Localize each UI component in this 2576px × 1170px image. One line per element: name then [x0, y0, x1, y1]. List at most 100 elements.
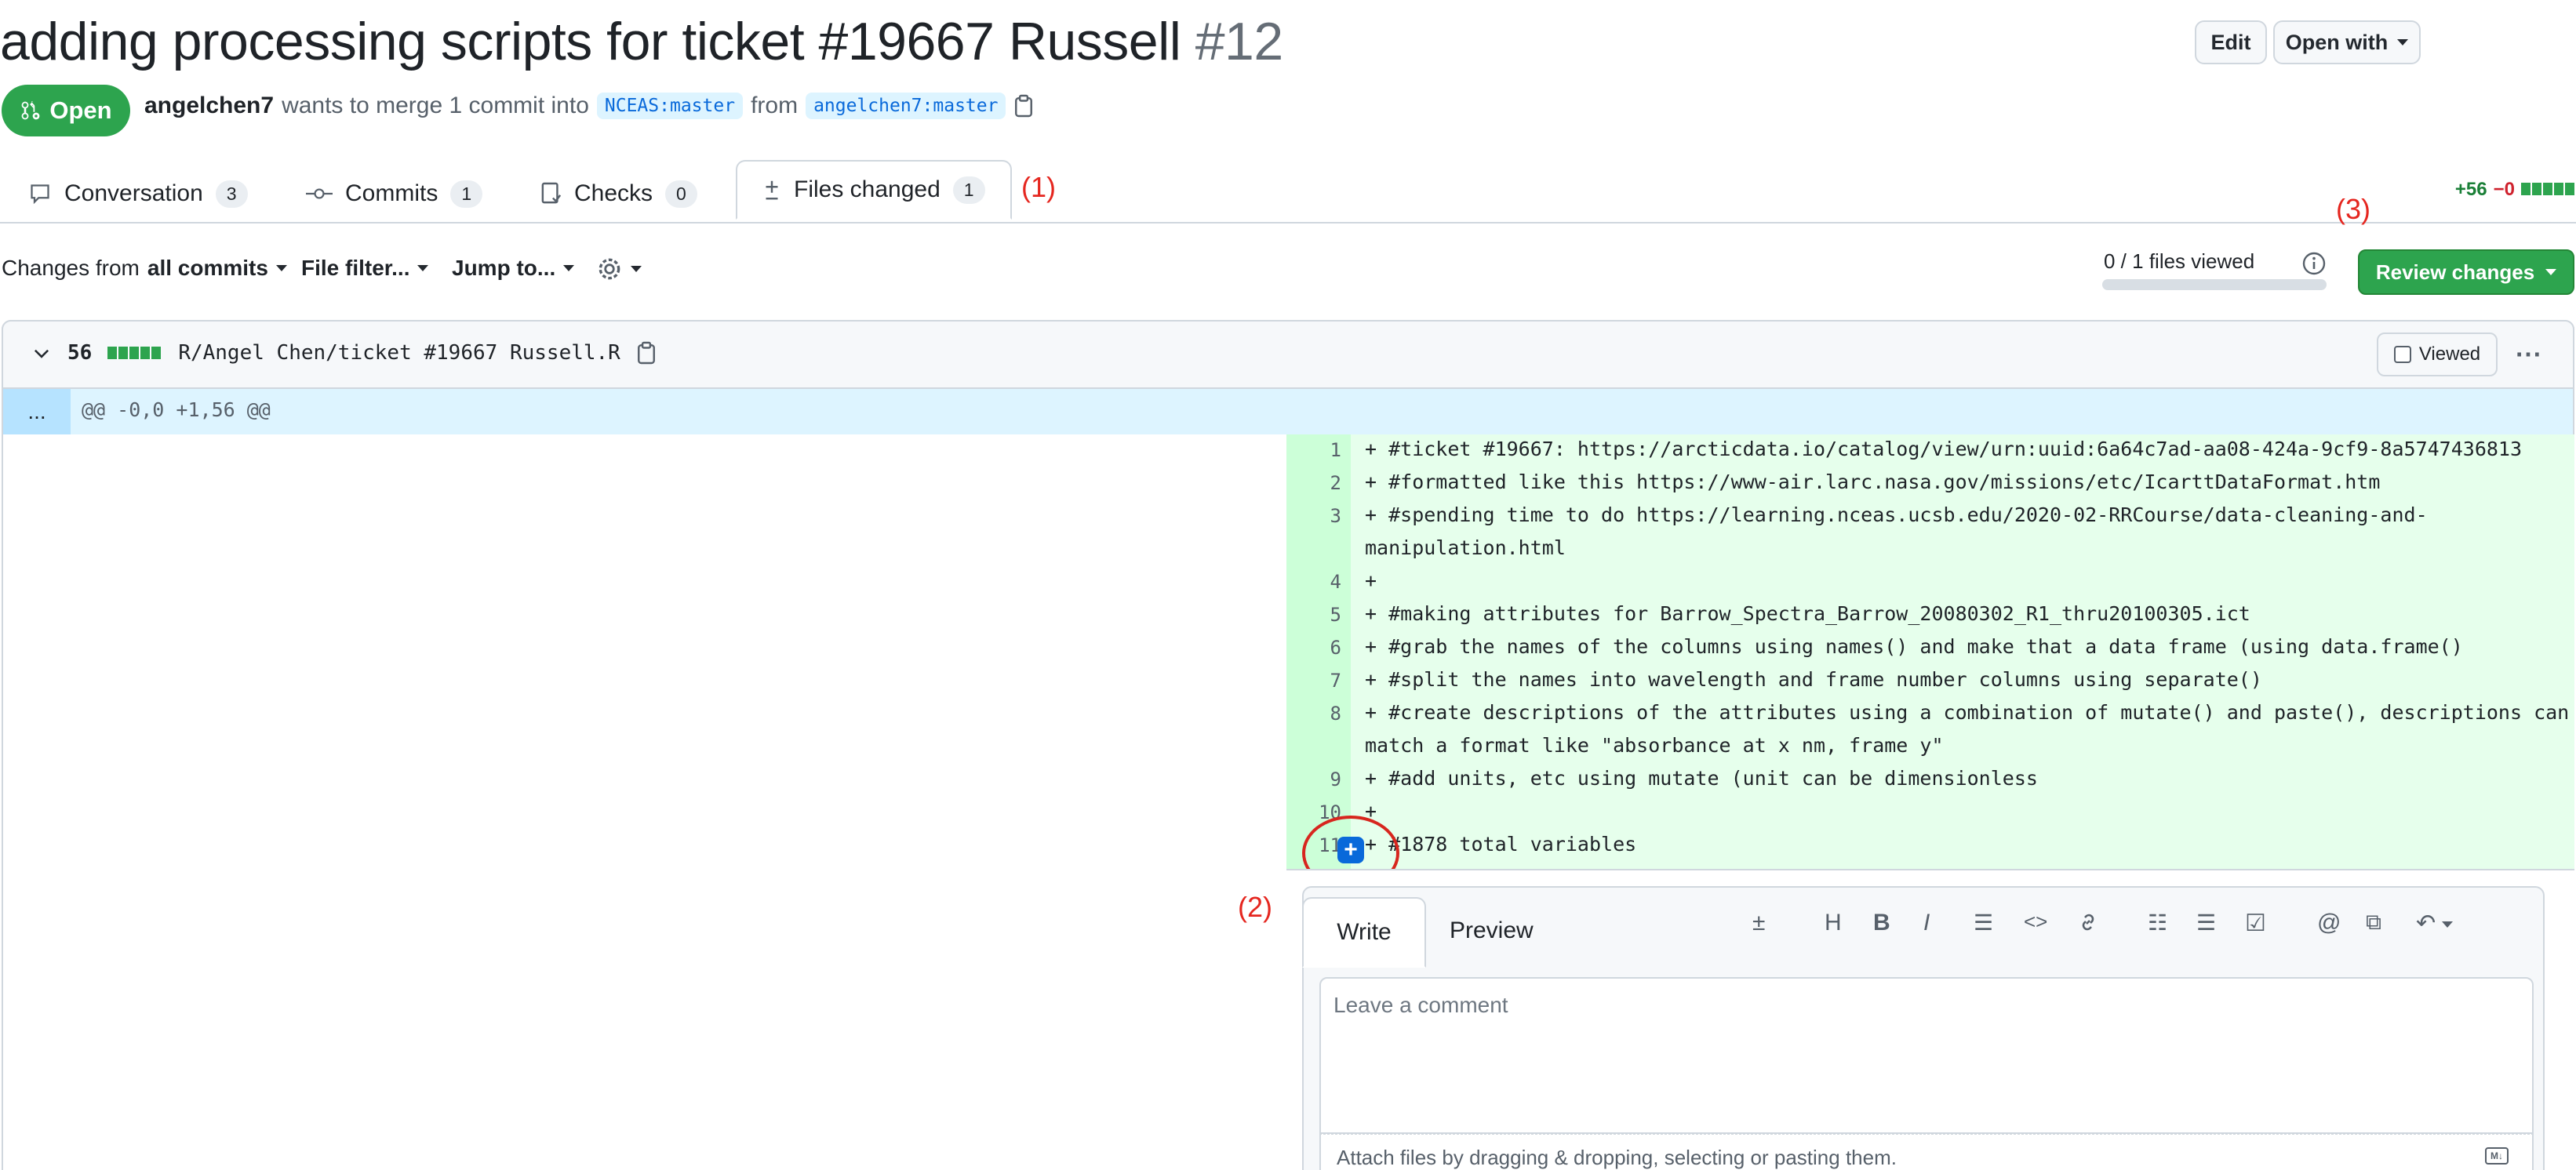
viewed-label: Viewed — [2418, 343, 2481, 365]
tab-conversation[interactable]: Conversation 3 — [28, 165, 248, 223]
commit-icon — [306, 188, 333, 199]
chevron-down-icon — [2545, 269, 2557, 275]
deletions-count: −0 — [2493, 179, 2515, 200]
code-line: + #split the names into wavelength and f… — [1365, 668, 2262, 691]
file-header-content: 56 R/Angel Chen/ticket #19667 Russell.R — [31, 340, 657, 365]
code-line: + #spending time to do https://learning.… — [1365, 503, 2428, 526]
line-number[interactable]: 7 — [1286, 670, 1341, 692]
attach-files-area[interactable]: Attach files by dragging & dropping, sel… — [1319, 1134, 2534, 1170]
edit-label: Edit — [2210, 30, 2251, 54]
bold-icon[interactable]: B — [1873, 910, 1890, 936]
markdown-icon: M↓ — [2485, 1147, 2509, 1165]
comment-icon — [31, 184, 49, 205]
annotation-1: (1) — [1021, 171, 1056, 203]
info-icon[interactable] — [2301, 251, 2327, 280]
chevron-down-icon — [2397, 39, 2409, 45]
line-number[interactable]: 3 — [1286, 505, 1341, 527]
kebab-menu-icon[interactable]: ⋯ — [2515, 339, 2541, 370]
status-label: Open — [49, 96, 112, 124]
reference-icon[interactable]: ⧉ — [2366, 910, 2381, 936]
line-number[interactable]: 8 — [1286, 703, 1341, 725]
file-changes-count: 56 — [67, 340, 93, 365]
hunk-header-row — [3, 389, 2573, 434]
line-number[interactable]: 4 — [1286, 571, 1341, 593]
code-line: + #formatted like this https://www-air.l… — [1365, 471, 2381, 493]
attach-hint: Attach files by dragging & dropping, sel… — [1337, 1146, 1897, 1169]
diff-settings-button[interactable] — [596, 256, 642, 282]
expand-hunk-button[interactable]: ... — [3, 389, 71, 434]
all-commits-label: all commits — [147, 256, 268, 280]
gear-icon — [599, 258, 620, 280]
open-with-label: Open with — [2285, 30, 2389, 54]
comment-textarea[interactable]: Leave a comment — [1319, 977, 2534, 1134]
merge-text: wants to merge 1 commit into — [282, 93, 589, 118]
from-text: from — [751, 93, 799, 118]
edit-button[interactable]: Edit — [2195, 20, 2267, 64]
code-line-continuation: match a format like "absorbance at x nm,… — [1365, 734, 1944, 757]
pr-title-text: adding processing scripts for ticket #19… — [0, 12, 1181, 71]
pr-meta: angelchen7 wants to merge 1 commit into … — [144, 93, 1034, 119]
file-diffstat-bar — [107, 340, 162, 365]
files-viewed-progress — [2102, 279, 2327, 290]
changes-from-dropdown[interactable]: Changes from all commits — [2, 256, 287, 281]
file-filter-dropdown[interactable]: File filter... — [301, 256, 429, 281]
quote-icon[interactable]: ☰ — [1974, 910, 1993, 936]
file-path[interactable]: R/Angel Chen/ticket #19667 Russell.R — [178, 341, 620, 365]
diffstat-bar — [2521, 179, 2576, 201]
code-line: + #ticket #19667: https://arcticdata.io/… — [1365, 438, 2523, 460]
viewed-checkbox[interactable] — [2393, 346, 2411, 363]
code-line: + — [1365, 569, 1377, 592]
suggestion-icon[interactable]: ± — [1752, 910, 1765, 936]
base-branch[interactable]: NCEAS:master — [596, 93, 744, 119]
tab-preview[interactable]: Preview — [1450, 917, 1534, 944]
pull-request-icon — [21, 100, 40, 120]
tab-checks[interactable]: Checks 0 — [541, 165, 697, 223]
jump-to-label: Jump to... — [452, 256, 556, 280]
code-line: + #making attributes for Barrow_Spectra_… — [1365, 602, 2250, 625]
bulleted-list-icon[interactable]: ☷ — [2148, 910, 2167, 936]
code-icon[interactable]: <> — [2024, 910, 2047, 934]
tab-commits[interactable]: Commits 1 — [306, 165, 483, 223]
copy-icon[interactable] — [1013, 94, 1034, 118]
link-icon[interactable] — [2076, 910, 2101, 941]
line-number[interactable]: 1 — [1286, 439, 1341, 461]
tab-counter: 1 — [952, 176, 985, 204]
line-number[interactable]: 6 — [1286, 637, 1341, 659]
line-number[interactable]: 2 — [1286, 472, 1341, 494]
line-number[interactable]: 9 — [1286, 768, 1341, 790]
numbered-list-icon[interactable]: ☰ — [2196, 910, 2216, 936]
annotation-3: (3) — [2336, 193, 2370, 225]
pr-title: adding processing scripts for ticket #19… — [0, 11, 1283, 72]
chevron-down-icon — [275, 265, 287, 271]
code-line-continuation: manipulation.html — [1365, 536, 1566, 559]
review-changes-button[interactable]: Review changes — [2358, 249, 2574, 295]
hunk-header: @@ -0,0 +1,56 @@ — [82, 398, 271, 421]
chevron-down-icon[interactable] — [31, 343, 52, 363]
tab-counter: 0 — [665, 180, 697, 208]
viewed-toggle[interactable]: Viewed — [2377, 332, 2498, 376]
changes-from-label: Changes from — [2, 256, 140, 280]
author-link[interactable]: angelchen7 — [144, 93, 274, 119]
italic-icon[interactable]: I — [1923, 910, 1930, 936]
write-label: Write — [1337, 919, 1392, 945]
line-number[interactable]: 5 — [1286, 604, 1341, 626]
chevron-down-icon — [563, 265, 575, 271]
head-branch[interactable]: angelchen7:master — [806, 93, 1006, 119]
diff-icon — [766, 180, 778, 200]
comment-placeholder: Leave a comment — [1333, 993, 1508, 1017]
mention-icon[interactable]: @ — [2317, 910, 2341, 936]
tab-label: Files changed — [794, 176, 941, 202]
tab-files-changed[interactable]: Files changed 1 — [736, 160, 1012, 220]
open-with-button[interactable]: Open with — [2273, 20, 2421, 64]
diffstat: +56 −0 — [2455, 179, 2576, 201]
review-changes-label: Review changes — [2375, 260, 2535, 284]
task-list-icon[interactable]: ☑ — [2245, 910, 2266, 937]
tab-write[interactable]: Write — [1302, 897, 1426, 968]
code-line: + #add units, etc using mutate (unit can… — [1365, 767, 2038, 790]
saved-replies-icon[interactable]: ↶ — [2416, 910, 2454, 937]
tab-label: Conversation — [64, 180, 203, 206]
heading-icon[interactable]: H — [1825, 910, 1842, 936]
jump-to-dropdown[interactable]: Jump to... — [452, 256, 575, 281]
checklist-icon — [541, 182, 562, 204]
copy-icon[interactable] — [636, 341, 657, 365]
